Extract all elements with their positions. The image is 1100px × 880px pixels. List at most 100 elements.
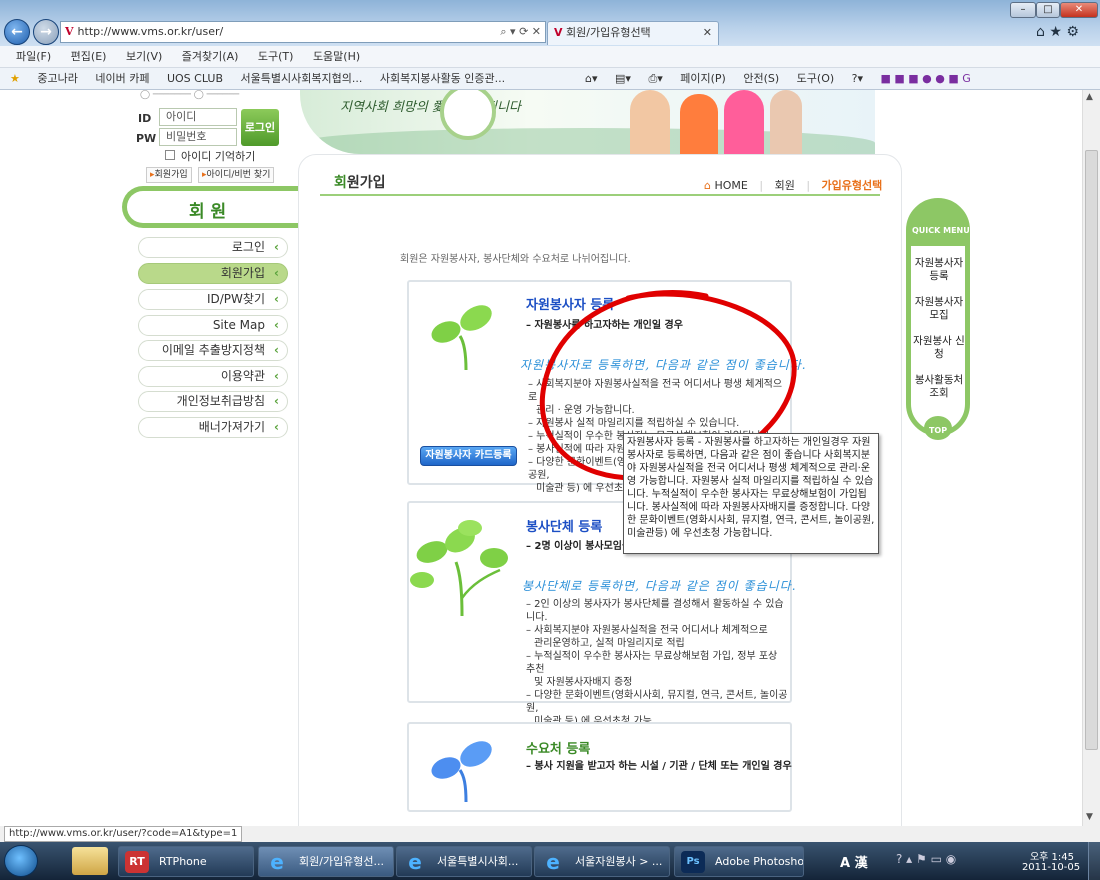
menu-bar: 파일(F) 편집(E) 보기(V) 즐겨찾기(A) 도구(T) 도움말(H): [0, 46, 1100, 68]
minimize-button[interactable]: –: [1010, 2, 1036, 18]
banner-person: [724, 90, 764, 154]
banner-person: [770, 90, 802, 154]
taskbar-label: 서울특별시사회...: [437, 855, 519, 868]
breadcrumb-member[interactable]: 회원: [775, 179, 795, 192]
taskbar-item[interactable]: PsAdobe Photosho...: [674, 846, 804, 877]
menu-favorites[interactable]: 즐겨찾기(A): [182, 50, 239, 63]
quick-item-volunteer-apply[interactable]: 자원봉사 신청: [912, 335, 966, 361]
scroll-down-icon[interactable]: ▼: [1086, 812, 1093, 822]
menu-file[interactable]: 파일(F): [16, 50, 51, 63]
taskbar-label: Adobe Photosho...: [715, 855, 804, 868]
address-bar[interactable]: Vhttp://www.vms.or.kr/user/ ⌕ ▾ ⟳ ✕: [60, 21, 546, 43]
card-group-title[interactable]: 봉사단체 등록: [526, 516, 602, 535]
tray-icons[interactable]: ? ▴ ⚑ ▭ ◉: [896, 852, 956, 866]
volunteer-card-register-button[interactable]: 자원봉사자 카드등록: [420, 446, 517, 466]
title-underline: [320, 194, 880, 196]
menu-page[interactable]: 페이지(P): [680, 72, 726, 85]
quick-item-volunteer-recruit[interactable]: 자원봉사자 모집: [912, 296, 966, 322]
find-link[interactable]: ▸아이디/비번 찾기: [198, 167, 275, 183]
help-icon[interactable]: ?▾: [852, 72, 863, 85]
menu-safety[interactable]: 안전(S): [743, 72, 779, 85]
sprout-group-icon: [410, 518, 520, 618]
fav-item[interactable]: 사회복지봉사활동 인증관...: [380, 72, 505, 85]
menu-help[interactable]: 도움말(H): [313, 50, 360, 63]
pw-label: PW: [136, 132, 157, 145]
cmd-toolbar: ⌂▾ ▤▾ ⎙▾ 페이지(P) 안전(S) 도구(O) ?▾ ■ ■ ■ ● ●…: [585, 68, 985, 89]
tab-site-icon: V: [554, 26, 563, 39]
scroll-thumb[interactable]: [1085, 150, 1098, 750]
sidebar-title-box: 회 원: [122, 186, 300, 228]
breadcrumb: ⌂ HOME | 회원 | 가입유형선택: [704, 179, 883, 192]
sidebar-item-login[interactable]: 로그인: [138, 237, 288, 258]
tab-close-icon[interactable]: ✕: [703, 22, 712, 44]
fav-item[interactable]: 서울특별시사회복지협의...: [241, 72, 363, 85]
menu-view[interactable]: 보기(V): [126, 50, 162, 63]
taskbar-item[interactable]: RT RTPhone: [118, 846, 254, 877]
page-viewport: ◯ ─────── ◯ ────── ID 아이디 PW 비밀번호 로그인 아이…: [0, 90, 1082, 826]
menu-tools[interactable]: 도구(T): [258, 50, 294, 63]
sidebar-item-join[interactable]: 회원가입: [138, 263, 288, 284]
back-button[interactable]: ←: [4, 19, 30, 45]
pw-input[interactable]: 비밀번호: [159, 128, 237, 146]
card-demand-title[interactable]: 수요처 등록: [526, 738, 590, 757]
site-icon: V: [65, 25, 74, 38]
fav-item[interactable]: UOS CLUB: [167, 72, 223, 85]
fav-item[interactable]: 중고나라: [37, 72, 77, 85]
taskbar-item-active[interactable]: e 회원/가입유형선...: [258, 846, 394, 877]
card-group-benefits: – 2인 이상의 봉사자가 봉사단체를 결성해서 활동하실 수 있습니다. – …: [526, 598, 788, 728]
benefit-line: – 누적실적이 우수한 봉사자는 무료상해보험 가입, 정부 포상 추천: [526, 651, 778, 675]
start-button[interactable]: [4, 845, 38, 877]
menu-tools2[interactable]: 도구(O): [797, 72, 834, 85]
remember-checkbox[interactable]: [165, 150, 175, 160]
sidebar-item-banner[interactable]: 배너가져가기: [138, 417, 288, 438]
sidebar-item-email-policy[interactable]: 이메일 추출방지정책: [138, 340, 288, 361]
status-url: http://www.vms.or.kr/user/?code=A1&type=…: [4, 826, 243, 842]
quick-item-volunteer-register[interactable]: 자원봉사자 등록: [912, 257, 966, 283]
intro-text: 회원은 자원봉사자, 봉사단체와 수요처로 나뉘어집니다.: [400, 254, 631, 265]
id-label: ID: [138, 112, 152, 125]
close-window-button[interactable]: ✕: [1060, 2, 1098, 18]
top-button[interactable]: TOP: [924, 416, 952, 440]
sidebar-item-terms[interactable]: 이용약관: [138, 366, 288, 387]
id-input[interactable]: 아이디: [159, 108, 237, 126]
taskbar-item[interactable]: e 서울자원봉사 > ...: [534, 846, 670, 877]
sidebar-item-sitemap[interactable]: Site Map: [138, 315, 288, 336]
quick-item-activity-search[interactable]: 봉사활동처 조회: [912, 374, 966, 400]
taskbar-label: 서울자원봉사 > ...: [575, 855, 663, 868]
clock-date: 2011-10-05: [1021, 862, 1081, 873]
home-star-gear-icons[interactable]: ⌂ ★ ⚙: [1036, 24, 1079, 40]
remember-label: 아이디 기억하기: [181, 150, 256, 163]
forward-button[interactable]: →: [33, 19, 59, 45]
home-icon[interactable]: ⌂▾: [585, 72, 598, 85]
explorer-icon[interactable]: [72, 847, 108, 875]
home-icon: ⌂: [704, 179, 711, 192]
scroll-up-icon[interactable]: ▲: [1086, 92, 1093, 102]
breadcrumb-home[interactable]: HOME: [714, 179, 747, 192]
show-desktop-button[interactable]: [1088, 842, 1100, 880]
tooltip: 자원봉사자 등록 - 자원봉사를 하고자하는 개인일경우 자원봉사자로 등록하면…: [623, 433, 879, 554]
taskbar-item[interactable]: e 서울특별시사회...: [396, 846, 532, 877]
favorites-star-icon[interactable]: ★: [10, 72, 20, 85]
search-refresh-icons[interactable]: ⌕ ▾ ⟳ ✕: [500, 22, 541, 42]
menu-edit[interactable]: 편집(E): [71, 50, 107, 63]
join-link-label: 회원가입: [154, 170, 188, 180]
ime-indicator[interactable]: A 漢: [840, 852, 868, 871]
sidebar-item-find-idpw[interactable]: ID/PW찾기: [138, 289, 288, 310]
feed-icon[interactable]: ▤▾: [615, 72, 631, 85]
print-icon[interactable]: ⎙▾: [648, 72, 662, 85]
maximize-button[interactable]: □: [1036, 2, 1060, 18]
login-button[interactable]: 로그인: [241, 109, 279, 146]
favorites-bar: ★ 중고나라 네이버 카페 UOS CLUB 서울특별시사회복지협의... 사회…: [0, 68, 1100, 90]
browser-tab[interactable]: V 회원/가입유형선택 ✕: [547, 21, 719, 45]
sidebar-item-privacy[interactable]: 개인정보취급방침: [138, 391, 288, 412]
tab-title: 회원/가입유형선택: [566, 26, 651, 39]
quick-menu-header: [908, 200, 968, 246]
sidebar-title: 회 원: [189, 202, 227, 222]
login-radio-row: ◯ ─────── ◯ ──────: [140, 90, 240, 100]
addon-icons[interactable]: ■ ■ ■ ● ● ■ G: [881, 72, 971, 85]
join-link[interactable]: ▸회원가입: [146, 167, 192, 183]
page-scrollbar[interactable]: ▲ ▼: [1082, 90, 1100, 826]
taskbar-label: 회원/가입유형선...: [299, 855, 385, 868]
fav-item[interactable]: 네이버 카페: [95, 72, 149, 85]
card-demand-subtitle: – 봉사 지원을 받고자 하는 시설 / 기관 / 단체 또는 개인일 경우: [526, 761, 792, 772]
